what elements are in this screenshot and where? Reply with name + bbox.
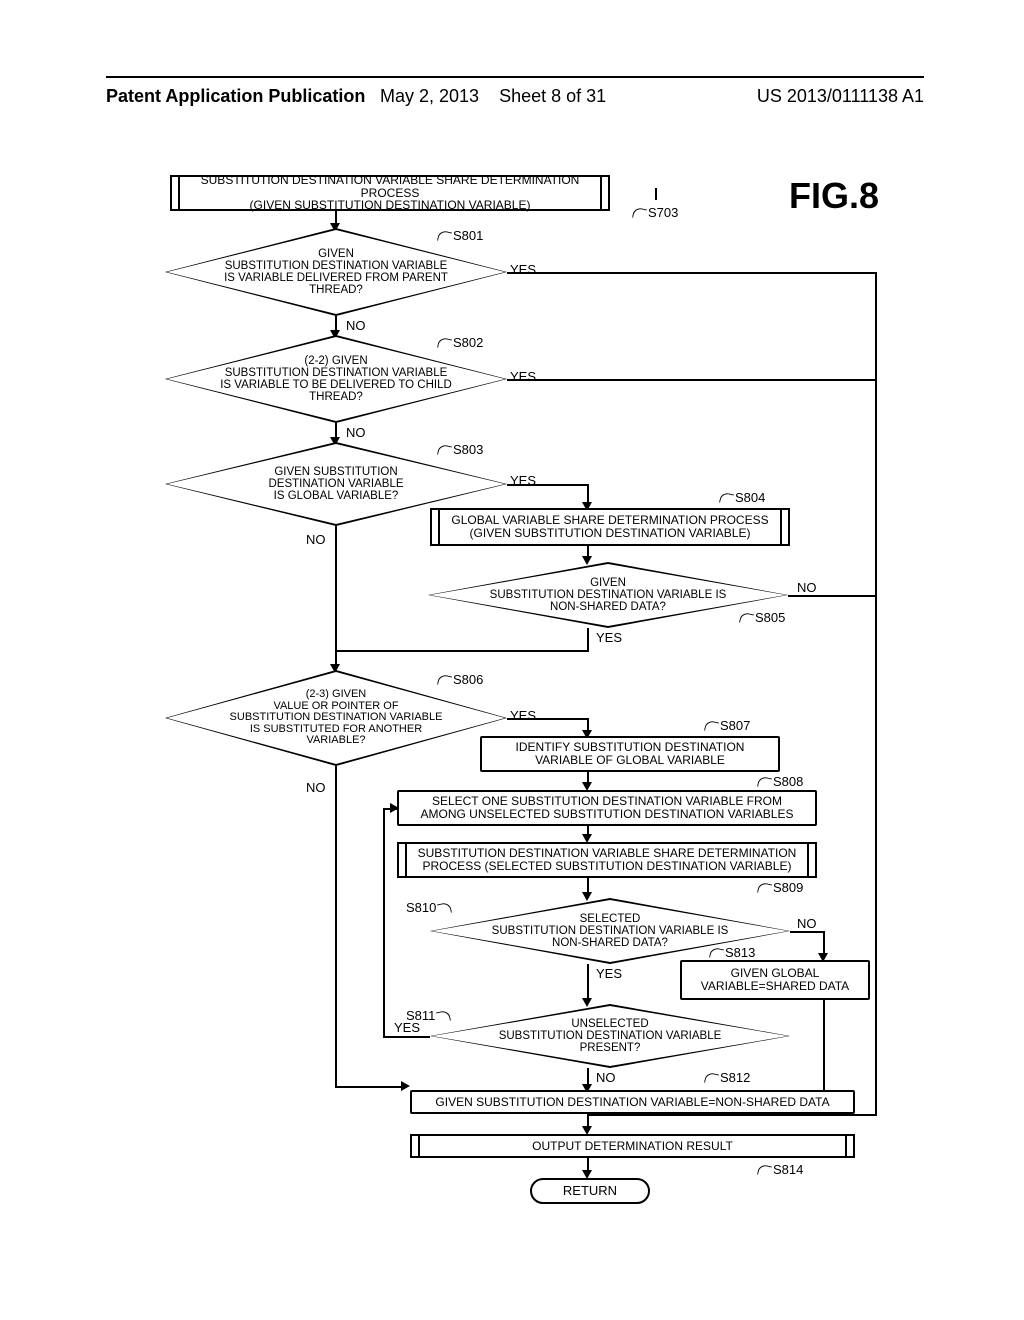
connector xyxy=(336,650,589,652)
header-date: May 2, 2013 xyxy=(380,86,479,106)
process-s807: IDENTIFY SUBSTITUTION DESTINATION VARIAB… xyxy=(480,736,780,772)
label-no: NO xyxy=(306,780,326,795)
connector xyxy=(655,188,657,200)
decision-s801: GIVEN SUBSTITUTION DESTINATION VARIABLE … xyxy=(165,228,507,316)
start-subroutine: SUBSTITUTION DESTINATION VARIABLE SHARE … xyxy=(170,175,610,211)
subroutine-s814: OUTPUT DETERMINATION RESULT xyxy=(410,1134,855,1158)
connector xyxy=(507,718,587,720)
connector xyxy=(383,808,385,1038)
connector xyxy=(588,1114,877,1116)
connector xyxy=(587,628,589,650)
label-no: NO xyxy=(797,916,817,931)
connector xyxy=(875,272,877,1114)
label-yes: YES xyxy=(510,708,536,723)
step-s812: S812 xyxy=(705,1070,750,1085)
flowchart: S703 SUBSTITUTION DESTINATION VARIABLE S… xyxy=(110,170,924,1240)
process-s812: GIVEN SUBSTITUTION DESTINATION VARIABLE=… xyxy=(410,1090,855,1114)
connector xyxy=(587,484,589,504)
header-left: Patent Application Publication xyxy=(106,86,365,107)
decision-s806: (2-3) GIVEN VALUE OR POINTER OF SUBSTITU… xyxy=(165,670,507,766)
process-s813: GIVEN GLOBAL VARIABLE=SHARED DATA xyxy=(680,960,870,1000)
arrowhead-icon xyxy=(401,1081,410,1091)
header-sheet: Sheet 8 of 31 xyxy=(499,86,606,106)
subroutine-s804: GLOBAL VARIABLE SHARE DETERMINATION PROC… xyxy=(430,508,790,546)
connector xyxy=(335,766,337,1086)
connector xyxy=(507,484,587,486)
label-no: NO xyxy=(346,425,366,440)
connector xyxy=(507,272,877,274)
header-center: May 2, 2013 Sheet 8 of 31 xyxy=(380,86,606,107)
step-s814: S814 xyxy=(758,1162,803,1177)
step-s703: S703 xyxy=(633,205,678,220)
step-s808: S808 xyxy=(758,774,803,789)
label-yes: YES xyxy=(510,262,536,277)
decision-s811: UNSELECTED SUBSTITUTION DESTINATION VARI… xyxy=(430,1004,790,1068)
connector xyxy=(335,526,337,666)
subroutine-s809: SUBSTITUTION DESTINATION VARIABLE SHARE … xyxy=(397,842,817,878)
header-rule xyxy=(106,76,924,78)
process-s808: SELECT ONE SUBSTITUTION DESTINATION VARI… xyxy=(397,790,817,826)
label-yes: YES xyxy=(596,966,622,981)
connector xyxy=(335,1086,403,1088)
page: Patent Application Publication May 2, 20… xyxy=(0,0,1024,1320)
connector xyxy=(587,964,589,1000)
terminator-return: RETURN xyxy=(530,1178,650,1204)
arrowhead-icon xyxy=(390,803,399,813)
decision-s805: GIVEN SUBSTITUTION DESTINATION VARIABLE … xyxy=(428,562,788,628)
header-pubno: US 2013/0111138 A1 xyxy=(757,86,924,107)
connector xyxy=(507,379,875,381)
step-s809: S809 xyxy=(758,880,803,895)
step-s807: S807 xyxy=(705,718,750,733)
label-yes: YES xyxy=(596,630,622,645)
label-no: NO xyxy=(306,532,326,547)
decision-s802: (2-2) GIVEN SUBSTITUTION DESTINATION VAR… xyxy=(165,335,507,423)
connector xyxy=(790,931,825,933)
connector xyxy=(383,1036,430,1038)
connector xyxy=(788,595,875,597)
label-yes: YES xyxy=(510,369,536,384)
step-s804: S804 xyxy=(720,490,765,505)
label-no: NO xyxy=(797,580,817,595)
label-no: NO xyxy=(596,1070,616,1085)
connector xyxy=(823,931,825,955)
label-no: NO xyxy=(346,318,366,333)
